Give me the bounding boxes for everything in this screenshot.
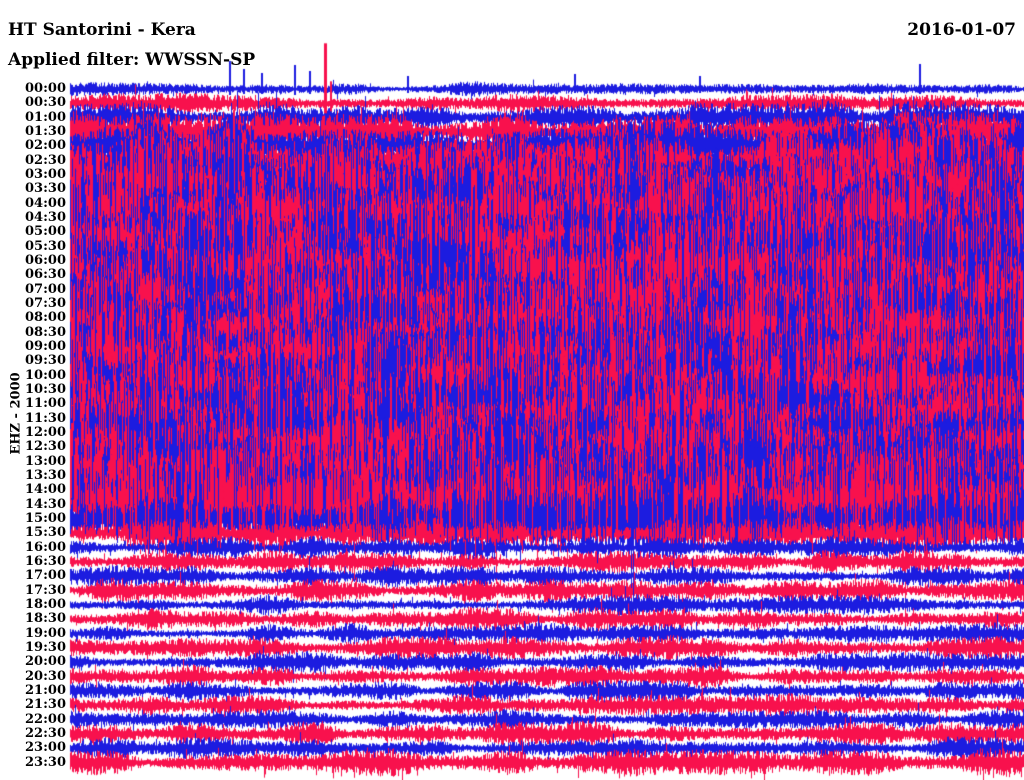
time-label: 16:30	[25, 553, 66, 569]
time-label: 19:00	[25, 625, 66, 641]
time-label: 11:00	[25, 396, 66, 412]
time-label: 01:30	[25, 123, 66, 139]
time-label: 12:00	[25, 424, 66, 440]
time-label: 05:00	[25, 224, 66, 240]
time-label: 04:00	[25, 195, 66, 211]
time-label: 16:00	[25, 539, 66, 555]
time-label: 10:00	[25, 367, 66, 383]
time-label: 20:00	[25, 654, 66, 670]
helicorder-page: HT Santorini - Kera 2016-01-07 Applied f…	[0, 0, 1024, 780]
time-label: 08:30	[25, 324, 66, 340]
time-label: 03:00	[25, 166, 66, 182]
date-label: 2016-01-07	[907, 20, 1016, 40]
time-label: 10:30	[25, 381, 66, 397]
time-label: 06:30	[25, 267, 66, 283]
time-label: 07:30	[25, 295, 66, 311]
time-label: 01:00	[25, 109, 66, 125]
time-label: 12:30	[25, 439, 66, 455]
time-label: 15:00	[25, 510, 66, 526]
time-label: 22:00	[25, 711, 66, 727]
time-label: 00:00	[25, 81, 66, 96]
time-label: 06:00	[25, 252, 66, 268]
time-label: 09:00	[25, 338, 66, 354]
time-label: 23:00	[25, 740, 66, 756]
time-label: 21:30	[25, 697, 66, 713]
time-label: 09:30	[25, 353, 66, 369]
time-label: 17:30	[25, 582, 66, 598]
time-label: 14:00	[25, 482, 66, 498]
time-label: 05:30	[25, 238, 66, 254]
time-label: 13:30	[25, 467, 66, 483]
time-label: 11:30	[25, 410, 66, 426]
page-title: HT Santorini - Kera	[8, 20, 196, 40]
seismogram-canvas	[0, 0, 1024, 780]
time-label: 17:00	[25, 568, 66, 584]
time-label: 04:30	[25, 209, 66, 225]
time-label: 08:00	[25, 310, 66, 326]
time-label: 18:30	[25, 611, 66, 627]
time-label: 14:30	[25, 496, 66, 512]
time-label: 20:30	[25, 668, 66, 684]
time-label: 22:30	[25, 725, 66, 741]
applied-filter-label: Applied filter: WWSSN-SP	[8, 50, 256, 70]
time-label: 13:00	[25, 453, 66, 469]
time-label: 02:30	[25, 152, 66, 168]
time-label: 00:30	[25, 95, 66, 111]
time-label: 19:30	[25, 639, 66, 655]
time-label: 02:00	[25, 138, 66, 154]
time-label: 18:00	[25, 596, 66, 612]
time-label: 03:30	[25, 181, 66, 197]
time-label: 07:00	[25, 281, 66, 297]
time-label: 23:30	[25, 754, 66, 770]
time-label: 15:30	[25, 525, 66, 541]
time-label: 21:00	[25, 682, 66, 698]
